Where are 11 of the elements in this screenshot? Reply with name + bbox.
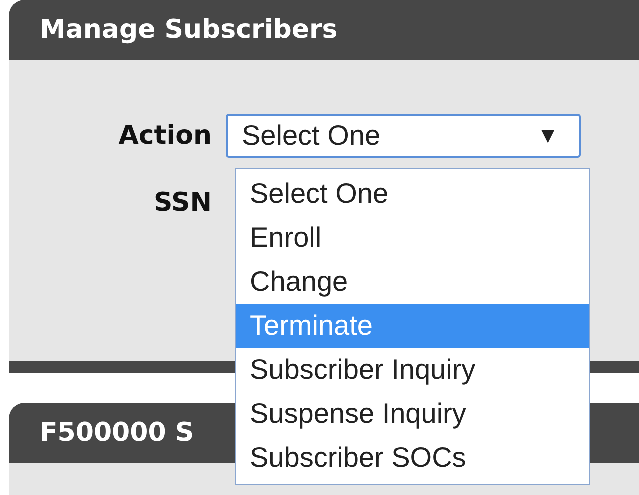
field-label: SSN xyxy=(152,188,212,218)
field-label: Action xyxy=(118,121,212,151)
panel-title: Manage Subscribers xyxy=(40,15,338,45)
action-dropdown[interactable]: Select One ▼ xyxy=(226,114,581,158)
panel-title: F500000 S xyxy=(40,418,194,448)
dropdown-option[interactable]: Subscriber Inquiry xyxy=(236,348,589,392)
dropdown-option[interactable]: Suspense Inquiry xyxy=(236,392,589,436)
dropdown-option[interactable]: Change xyxy=(236,260,589,304)
dropdown-option[interactable]: Enroll xyxy=(236,216,589,260)
dropdown-option[interactable]: Subscriber SOCs xyxy=(236,436,589,480)
dropdown-option[interactable]: Select One xyxy=(236,172,589,216)
